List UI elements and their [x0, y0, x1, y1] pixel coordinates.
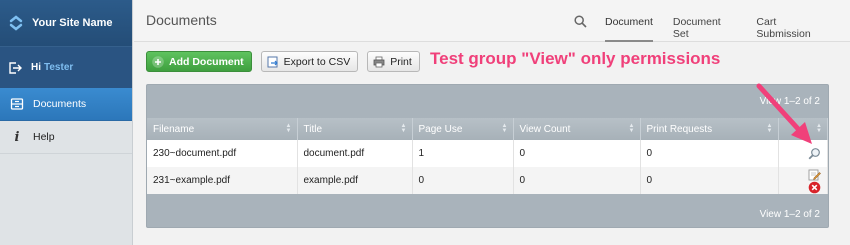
sort-icon: ▲ ▼	[400, 123, 407, 134]
tab-cart-submission[interactable]: Cart Submission	[756, 0, 830, 42]
add-document-button[interactable]: Add Document	[146, 51, 252, 72]
print-button[interactable]: Print	[367, 51, 420, 72]
user-greeting[interactable]: Hi Tester	[0, 46, 132, 88]
export-csv-button[interactable]: Export to CSV	[260, 51, 359, 72]
sort-icon: ▲ ▼	[766, 123, 773, 134]
user-name[interactable]: Tester	[44, 62, 73, 73]
sort-icon: ▲ ▼	[501, 123, 508, 134]
export-csv-label: Export to CSV	[283, 55, 351, 68]
pager-info-bottom: View 1–2 of 2	[759, 209, 820, 220]
cell-page-use: 0	[412, 167, 514, 194]
edit-icon[interactable]	[808, 168, 821, 181]
drawer-icon	[10, 97, 24, 111]
sidebar-item-documents[interactable]: Documents	[0, 88, 132, 121]
table-header-row: Filename ▲ ▼ Title ▲ ▼ Page Use ▲ ▼ View Count…	[147, 118, 828, 140]
cell-filename: 230~document.pdf	[147, 140, 298, 167]
print-label: Print	[390, 55, 412, 68]
logout-icon[interactable]	[8, 61, 22, 75]
site-logo-icon	[9, 15, 23, 31]
sidebar-item-label: Help	[33, 131, 55, 143]
tab-bar: Document Document Set Cart Submission	[605, 0, 850, 42]
documents-table: Filename ▲ ▼ Title ▲ ▼ Page Use ▲ ▼ View Count…	[147, 118, 828, 194]
cell-title: document.pdf	[297, 140, 413, 167]
grid-pager-top: View 1–2 of 2	[147, 85, 828, 118]
documents-grid: View 1–2 of 2 Filename ▲ ▼ Title ▲ ▼ Page Us…	[146, 84, 829, 228]
column-label: Page Use	[418, 123, 463, 135]
sidebar-item-help[interactable]: i Help	[0, 121, 132, 154]
cell-actions	[778, 140, 828, 167]
column-label: View Count	[519, 123, 571, 135]
add-document-label: Add Document	[169, 55, 244, 68]
column-label: Title	[303, 123, 323, 135]
view-icon[interactable]	[808, 147, 821, 160]
table-row[interactable]: 230~document.pdf document.pdf 1 0 0	[147, 140, 828, 167]
printer-icon	[373, 56, 385, 68]
page-header: Documents Document Document Set Cart Sub…	[134, 0, 850, 42]
page-title: Documents	[146, 12, 217, 28]
cell-title: example.pdf	[297, 167, 413, 194]
toolbar: Add Document Export to CSV Print	[146, 51, 429, 72]
site-name: Your Site Name	[32, 17, 113, 29]
cell-page-use: 1	[412, 140, 514, 167]
sort-icon: ▲ ▼	[628, 123, 635, 134]
plus-icon	[152, 55, 164, 68]
column-label: Filename	[153, 123, 195, 135]
tab-document-set[interactable]: Document Set	[673, 0, 737, 42]
column-header-print-requests[interactable]: Print Requests ▲ ▼	[640, 118, 779, 140]
delete-icon[interactable]	[808, 181, 821, 194]
sort-icon: ▲ ▼	[285, 123, 292, 134]
tab-document[interactable]: Document	[605, 0, 653, 42]
cell-filename: 231~example.pdf	[147, 167, 298, 194]
annotation-text: Test group "View" only permissions	[430, 49, 721, 68]
greeting-text: Hi	[31, 62, 41, 73]
column-header-page-use[interactable]: Page Use ▲ ▼	[412, 118, 514, 140]
column-header-filename[interactable]: Filename ▲ ▼	[147, 118, 298, 140]
pager-info-top: View 1–2 of 2	[759, 96, 820, 107]
column-header-title[interactable]: Title ▲ ▼	[297, 118, 413, 140]
table-row[interactable]: 231~example.pdf example.pdf 0 0 0	[147, 167, 828, 194]
search-icon[interactable]	[574, 15, 587, 28]
cell-print-requests: 0	[640, 167, 779, 194]
main-content: Documents Document Document Set Cart Sub…	[134, 0, 850, 245]
sidebar: Your Site Name Hi Tester Documents i Hel…	[0, 0, 133, 245]
grid-pager-bottom: View 1–2 of 2	[147, 194, 828, 233]
column-header-view-count[interactable]: View Count ▲ ▼	[513, 118, 641, 140]
cell-view-count: 0	[513, 140, 641, 167]
sort-icon: ▲ ▼	[816, 123, 822, 134]
site-brand[interactable]: Your Site Name	[0, 0, 132, 46]
column-header-actions: ▲ ▼	[778, 118, 828, 140]
info-icon: i	[14, 129, 20, 145]
cell-print-requests: 0	[640, 140, 779, 167]
sidebar-item-label: Documents	[33, 98, 87, 110]
cell-actions	[778, 167, 828, 194]
cell-view-count: 0	[513, 167, 641, 194]
column-label: Print Requests	[646, 123, 713, 135]
export-icon	[267, 56, 279, 68]
